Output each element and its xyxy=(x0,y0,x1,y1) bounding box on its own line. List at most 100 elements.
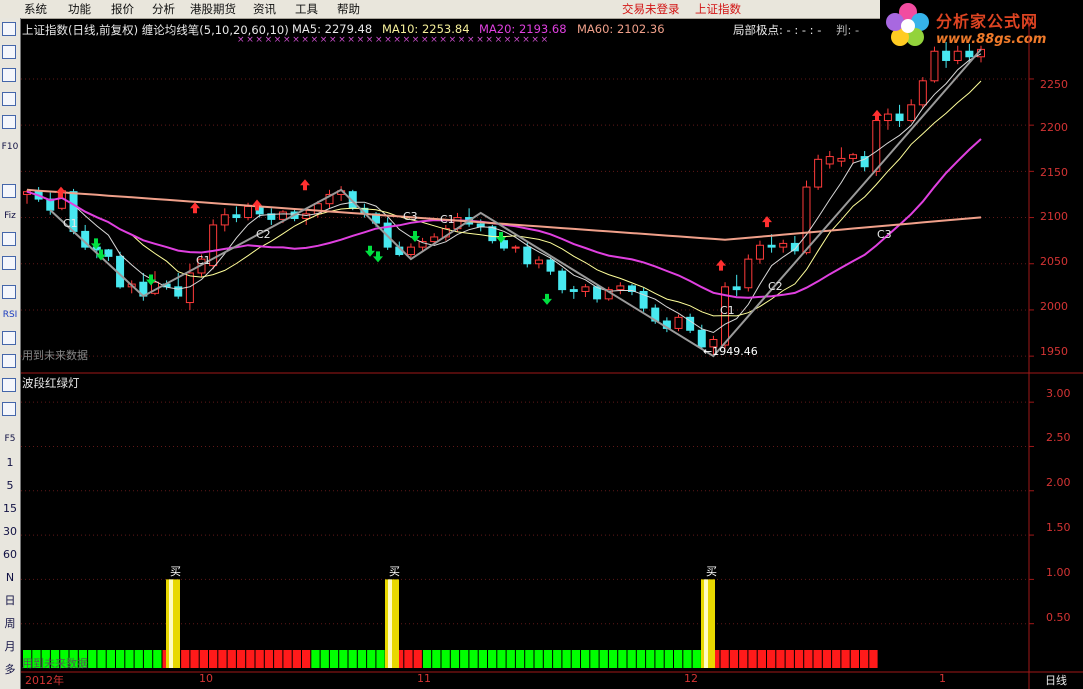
period-1min[interactable]: 1 xyxy=(1,454,19,472)
candle-body xyxy=(220,214,229,226)
candle-body xyxy=(883,113,892,122)
period-5min[interactable]: 5 xyxy=(1,477,19,495)
low-point-label: ←1949.46 xyxy=(703,345,758,358)
candle-body xyxy=(732,286,741,291)
menu-news[interactable]: 资讯 xyxy=(253,1,276,17)
kline-icon[interactable] xyxy=(2,92,16,106)
login-status[interactable]: 交易未登录 xyxy=(622,1,680,17)
menu-analysis[interactable]: 分析 xyxy=(152,1,175,17)
buy-signal-highlight xyxy=(388,579,392,668)
chart-icon[interactable] xyxy=(2,232,16,246)
signal-bar xyxy=(683,650,692,668)
period-month[interactable]: 月 xyxy=(1,638,19,656)
signal-bar xyxy=(460,650,469,668)
wave-icon[interactable] xyxy=(2,285,16,299)
candle-body xyxy=(302,213,311,219)
candle-body xyxy=(965,50,974,58)
x-mark: × xyxy=(265,35,273,45)
play-icon[interactable] xyxy=(2,378,16,392)
x-label-dec: 12 xyxy=(684,672,698,685)
candle-body xyxy=(511,246,520,249)
y-tick-2100: 2100 xyxy=(1040,210,1068,223)
signal-bar xyxy=(720,650,729,668)
period-15min[interactable]: 15 xyxy=(1,500,19,518)
y-tick-2000: 2000 xyxy=(1040,300,1068,313)
rsi-button[interactable]: RSI xyxy=(1,306,19,324)
menu-tools[interactable]: 工具 xyxy=(295,1,318,17)
signal-bar xyxy=(497,650,506,668)
pen-label-c1-a: C1 xyxy=(63,217,78,230)
pen-label-c3-b: C3 xyxy=(877,228,892,241)
x-mark: × xyxy=(449,35,457,45)
x-mark: × xyxy=(531,35,539,45)
notes-icon[interactable] xyxy=(2,184,16,198)
x-label-oct: 10 xyxy=(199,672,213,685)
signal-bar xyxy=(311,650,320,668)
candle-body xyxy=(488,226,497,242)
x-mark: × xyxy=(283,35,291,45)
signal-bar xyxy=(674,650,683,668)
period-30min[interactable]: 30 xyxy=(1,523,19,541)
zoom-out-icon[interactable] xyxy=(2,45,16,59)
signal-bar xyxy=(209,650,218,668)
signal-bar xyxy=(153,650,162,668)
signal-bar xyxy=(264,650,274,668)
x-mark: × xyxy=(541,35,549,45)
signal-bar xyxy=(571,650,580,668)
move-icon[interactable] xyxy=(2,354,16,368)
ind-y-tick-3.00: 3.00 xyxy=(1046,387,1071,400)
signal-bar xyxy=(525,650,534,668)
candle-body xyxy=(534,259,543,265)
chart-canvas[interactable]: × × × × × × × × × × × × × × × × × × × × × × × × × × × × × × × × × × xyxy=(21,18,1083,689)
zoom-in-icon[interactable] xyxy=(2,22,16,36)
menu-help[interactable]: 帮助 xyxy=(337,1,360,17)
x-mark: × xyxy=(357,35,365,45)
menu-function[interactable]: 功能 xyxy=(68,1,91,17)
signal-bar xyxy=(822,650,832,668)
list-icon[interactable] xyxy=(2,115,16,129)
x-mark: × xyxy=(522,35,530,45)
x-mark: × xyxy=(311,35,319,45)
signal-bar xyxy=(767,650,776,668)
signal-bar xyxy=(255,650,264,668)
menu-quote[interactable]: 报价 xyxy=(111,1,134,17)
signal-bar xyxy=(813,650,822,668)
candle-body xyxy=(569,289,578,292)
up-arrow-icon xyxy=(716,259,726,271)
f10-button[interactable]: F10 xyxy=(1,138,19,156)
signal-bar xyxy=(125,650,134,668)
period-n[interactable]: N xyxy=(1,569,19,587)
signal-bar xyxy=(869,650,878,668)
current-index-name: 上证指数 xyxy=(695,2,741,16)
x-mark: × xyxy=(338,35,346,45)
signal-bar xyxy=(227,650,236,668)
fiz-button[interactable]: Fiz xyxy=(1,207,19,225)
x-mark: × xyxy=(393,35,401,45)
menu-system[interactable]: 系统 xyxy=(24,1,47,17)
menu-hk-futures[interactable]: 港股期货 xyxy=(190,1,236,17)
x-label-jan: 1 xyxy=(939,672,946,685)
signal-bar xyxy=(832,650,841,668)
x-mark: × xyxy=(375,35,383,45)
candle-body xyxy=(953,50,962,61)
signal-bar xyxy=(590,650,599,668)
signal-bar xyxy=(441,650,450,668)
x-mark: × xyxy=(246,35,254,45)
magnifier-icon[interactable] xyxy=(2,256,16,270)
f5-button[interactable]: F5 xyxy=(1,430,19,448)
dots-icon[interactable] xyxy=(2,331,16,345)
period-week[interactable]: 周 xyxy=(1,615,19,633)
period-day[interactable]: 日 xyxy=(1,592,19,610)
signal-bar xyxy=(376,650,385,668)
x-mark: × xyxy=(292,35,300,45)
x-mark: × xyxy=(467,35,475,45)
line-chart-icon[interactable] xyxy=(2,68,16,82)
pencil-icon[interactable] xyxy=(2,402,16,416)
period-60min[interactable]: 60 xyxy=(1,546,19,564)
signal-bar xyxy=(664,650,673,668)
x-mark: × xyxy=(329,35,337,45)
x-mark: × xyxy=(237,35,245,45)
signal-bar xyxy=(404,650,413,668)
x-mark: × xyxy=(504,35,512,45)
period-multi[interactable]: 多 xyxy=(1,661,19,679)
